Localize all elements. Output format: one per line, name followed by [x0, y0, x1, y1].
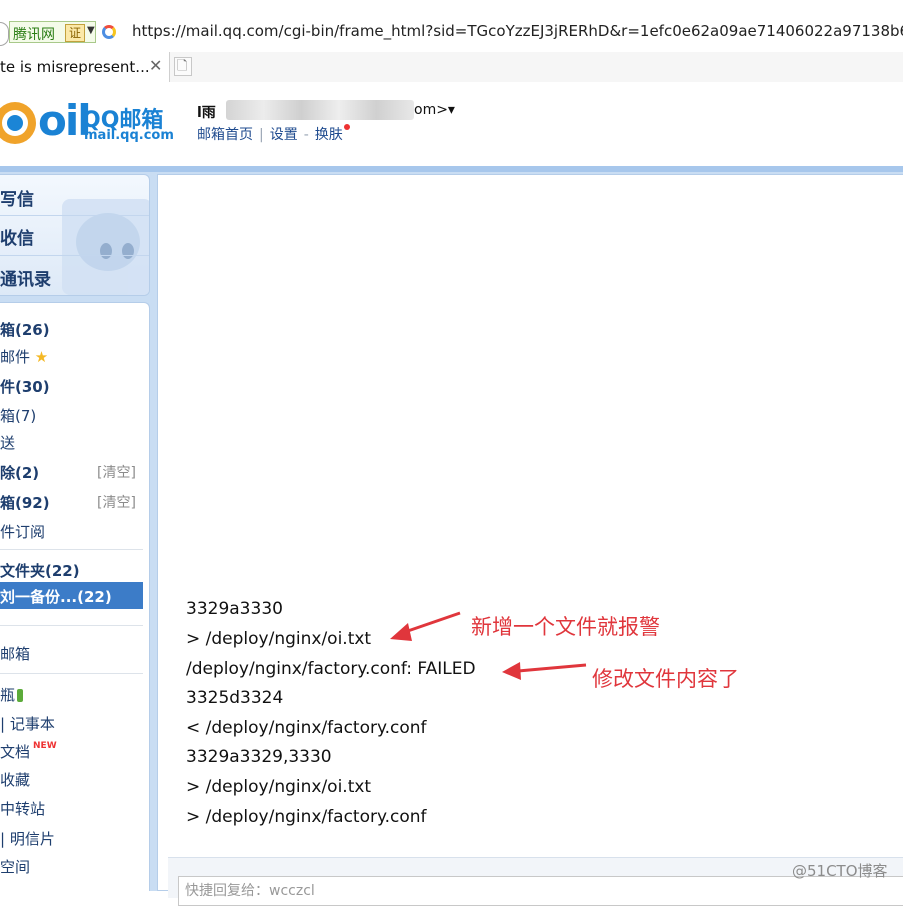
- sidebar-item-file-transfer[interactable]: 中转站: [0, 798, 45, 819]
- notification-dot-icon: [343, 124, 350, 130]
- divider: [0, 549, 143, 550]
- new-tab-icon: 🗋: [177, 59, 188, 74]
- arrow-modify-file-head: [502, 662, 521, 680]
- new-tab-button[interactable]: 🗋: [174, 57, 192, 76]
- sidebar-item-deleted[interactable]: 除(2): [0, 462, 39, 483]
- quick-reply-placeholder: 快捷回复给：wcczcl: [185, 883, 315, 899]
- penguin-eye: [100, 243, 112, 259]
- url-field[interactable]: https://mail.qq.com/cgi-bin/frame_html?s…: [132, 22, 903, 40]
- mail-header: oil QQ邮箱 mail.qq.com l雨 om>▾ 邮箱首页 | 设置 - 换肤: [0, 82, 903, 168]
- sidebar-item-sending[interactable]: 送: [0, 432, 15, 453]
- sidebar-main-actions: 写信 收信 通讯录: [0, 174, 150, 296]
- annotation-file-modified: 修改文件内容了: [592, 667, 739, 691]
- contacts-button[interactable]: 通讯录: [0, 265, 51, 290]
- divider: [0, 215, 149, 216]
- site-identity-badge[interactable]: 腾讯网 证 ▼: [9, 21, 96, 43]
- sidebar-item-inbox[interactable]: 箱(26): [0, 319, 50, 340]
- sidebar-item-subscriptions[interactable]: 件订阅: [0, 521, 45, 542]
- logo-core: [7, 115, 23, 131]
- mailbox-home-link[interactable]: 邮箱首页: [197, 127, 253, 143]
- penguin-head: [76, 213, 140, 271]
- watermark: @51CTO博客: [792, 862, 888, 880]
- divider: [0, 625, 143, 626]
- sidebar-item-label: 文档: [0, 743, 31, 761]
- star-icon: ★: [34, 348, 49, 366]
- sidebar-item-other-mailbox[interactable]: 邮箱: [0, 643, 30, 664]
- sidebar-item-spam[interactable]: 箱(92): [0, 492, 50, 513]
- compose-button[interactable]: 写信: [0, 185, 34, 210]
- mail-body: 3329a3330 > /deploy/nginx/oi.txt /deploy…: [157, 174, 903, 906]
- sidebar-item-starred[interactable]: 邮件 ★: [0, 346, 48, 367]
- back-button[interactable]: [0, 22, 9, 46]
- tab-title: te is misrepresent...: [0, 58, 150, 76]
- browser-address-bar: 腾讯网 证 ▼ https://mail.qq.com/cgi-bin/fram…: [0, 0, 903, 53]
- site-name: 腾讯网: [13, 27, 55, 43]
- sidebar-item-space[interactable]: 空间: [0, 856, 30, 877]
- account-menu[interactable]: om>▾: [414, 102, 455, 118]
- account-name: l雨: [197, 105, 216, 121]
- logo-ring: [2, 110, 28, 136]
- sidebar-item-my-folders[interactable]: 文件夹(22): [0, 560, 80, 581]
- browser-logo-icon: [102, 25, 116, 39]
- dropdown-arrow-icon[interactable]: ▼: [87, 25, 95, 36]
- annotation-new-file-alert: 新增一个文件就报警: [471, 615, 660, 639]
- penguin-stamp-icon: [62, 199, 149, 295]
- arrow-add-file-head: [390, 623, 412, 641]
- arrow-add-file-shaft: [401, 611, 461, 635]
- clear-deleted-button[interactable]: [清空]: [97, 462, 136, 482]
- logo-domain: mail.qq.com: [84, 128, 174, 143]
- tab-bar: te is misrepresent... ✕ 🗋: [0, 52, 903, 83]
- account-redacted: [226, 100, 414, 120]
- sidebar-folder-list: 箱(26) 邮件 ★ 件(30) 箱(7) 送 除(2) [清空] 箱(92) …: [0, 302, 150, 891]
- divider: [0, 255, 149, 256]
- divider: [0, 673, 143, 674]
- sidebar-item-label: 瓶: [0, 686, 16, 704]
- certificate-icon: 证: [65, 24, 85, 42]
- arrow-modify-file-shaft: [517, 663, 587, 673]
- sidebar-item-selected-label: 刘一备份...(22): [0, 588, 112, 606]
- settings-link[interactable]: 设置: [270, 127, 298, 143]
- clear-spam-button[interactable]: [清空]: [97, 492, 136, 512]
- close-icon[interactable]: ✕: [149, 56, 162, 75]
- sidebar-item-label: 邮件: [0, 348, 31, 366]
- qq-mail-logo-icon[interactable]: [0, 102, 36, 144]
- sidebar-item-postcard[interactable]: | 明信片: [0, 828, 55, 849]
- sidebar-item-favorites[interactable]: 收藏: [0, 769, 30, 790]
- new-badge: NEW: [33, 741, 57, 751]
- sidebar-item-sent[interactable]: 件(30): [0, 376, 50, 397]
- bottle-icon: [17, 689, 24, 702]
- sidebar-item-notepad[interactable]: | 记事本: [0, 713, 55, 734]
- link-separator: |: [259, 127, 264, 143]
- tab-active[interactable]: te is misrepresent... ✕: [0, 52, 170, 82]
- header-links: 邮箱首页 | 设置 - 换肤: [197, 124, 350, 144]
- change-skin-link[interactable]: 换肤: [315, 127, 343, 143]
- frame-top-border: [0, 166, 903, 172]
- penguin-eye: [122, 243, 134, 259]
- annotation-arrows: [390, 611, 587, 680]
- sidebar-item-docs[interactable]: 文档 NEW: [0, 741, 57, 762]
- sidebar-item-drift-bottle[interactable]: 瓶: [0, 684, 24, 705]
- receive-button[interactable]: 收信: [0, 224, 34, 249]
- link-separator: -: [303, 127, 309, 143]
- sidebar-item-drafts[interactable]: 箱(7): [0, 405, 36, 426]
